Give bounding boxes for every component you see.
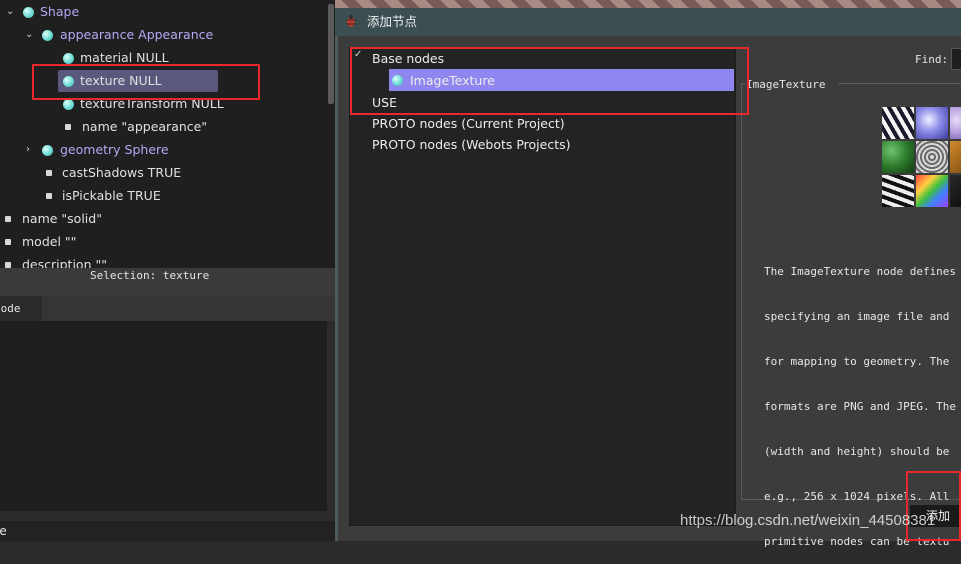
- tree-row-appearance[interactable]: ⌄ appearance Appearance: [0, 24, 320, 46]
- chevron-down-icon[interactable]: ⌄: [6, 1, 14, 23]
- tree-row-description[interactable]: description "": [0, 254, 320, 268]
- dialog-border: [335, 36, 338, 541]
- dialog-titlebar[interactable]: [335, 8, 961, 36]
- description-line: (width and height) should be: [764, 445, 950, 458]
- field-editor-scrollbar[interactable]: [327, 321, 335, 511]
- tree-row-label: name "solid": [22, 211, 102, 226]
- node-icon: [42, 30, 53, 41]
- description-line: The ImageTexture node defines: [764, 265, 957, 278]
- find-label: Find:: [915, 53, 949, 66]
- tab-node[interactable]: Node: [0, 296, 42, 321]
- dialog-title: 添加节点: [367, 14, 418, 29]
- description-line: for mapping to geometry. The: [764, 355, 950, 368]
- tree-row-appearance-name[interactable]: name "appearance": [0, 116, 320, 138]
- chevron-down-icon[interactable]: ⌄: [25, 24, 33, 46]
- description-line: specifying an image file and: [764, 310, 950, 323]
- list-item-proto-webots[interactable]: PROTO nodes (Webots Projects): [372, 134, 571, 155]
- field-editor: [0, 321, 327, 511]
- tab-strip: [0, 296, 335, 321]
- bottom-left-text: le: [0, 524, 7, 538]
- annotation-box: [350, 47, 749, 115]
- node-icon: [23, 7, 34, 18]
- bottom-bar: [0, 521, 335, 541]
- texture-preview-image: [882, 107, 961, 209]
- bottom-bar: [0, 511, 335, 521]
- tree-row-label: geometry Sphere: [60, 142, 169, 157]
- list-item-proto-current[interactable]: PROTO nodes (Current Project): [372, 113, 565, 134]
- node-icon: [63, 53, 74, 64]
- field-icon: [5, 239, 11, 245]
- watermark: https://blog.csdn.net/weixin_44508381: [680, 512, 936, 529]
- annotation-box: [32, 64, 260, 100]
- tree-row-shape[interactable]: ⌄ Shape: [0, 1, 320, 23]
- tree-row-is-pickable[interactable]: isPickable TRUE: [0, 185, 320, 207]
- tree-row-name[interactable]: name "solid": [0, 208, 320, 230]
- tree-row-label: castShadows TRUE: [62, 165, 182, 180]
- group-title: ImageTexture: [746, 78, 826, 91]
- find-input[interactable]: [951, 48, 961, 70]
- tree-row-geometry[interactable]: › geometry Sphere: [0, 139, 320, 161]
- tree-row-label: description "": [22, 257, 107, 268]
- selection-label: Selection: texture: [90, 269, 210, 282]
- tree-row-label: name "appearance": [82, 119, 208, 134]
- background-checker: [335, 0, 961, 8]
- tree-row-cast-shadows[interactable]: castShadows TRUE: [0, 162, 320, 184]
- field-icon: [46, 170, 52, 176]
- description-line: formats are PNG and JPEG. The: [764, 400, 957, 413]
- chevron-right-icon[interactable]: ›: [26, 139, 30, 161]
- tree-row-label: Shape: [40, 4, 80, 19]
- node-icon: [42, 145, 53, 156]
- tree-row-label: model "": [22, 234, 77, 249]
- tree-row-label: isPickable TRUE: [62, 188, 161, 203]
- tree-row-label: appearance Appearance: [60, 27, 214, 42]
- tab-node-label: Node: [0, 302, 21, 315]
- tree-row-model[interactable]: model "": [0, 231, 320, 253]
- bug-icon: [346, 15, 356, 27]
- field-icon: [65, 124, 71, 130]
- tree-scrollbar-thumb[interactable]: [328, 4, 334, 104]
- annotation-box: [906, 471, 961, 541]
- field-icon: [5, 216, 11, 222]
- node-icon: [63, 99, 74, 110]
- field-icon: [46, 193, 52, 199]
